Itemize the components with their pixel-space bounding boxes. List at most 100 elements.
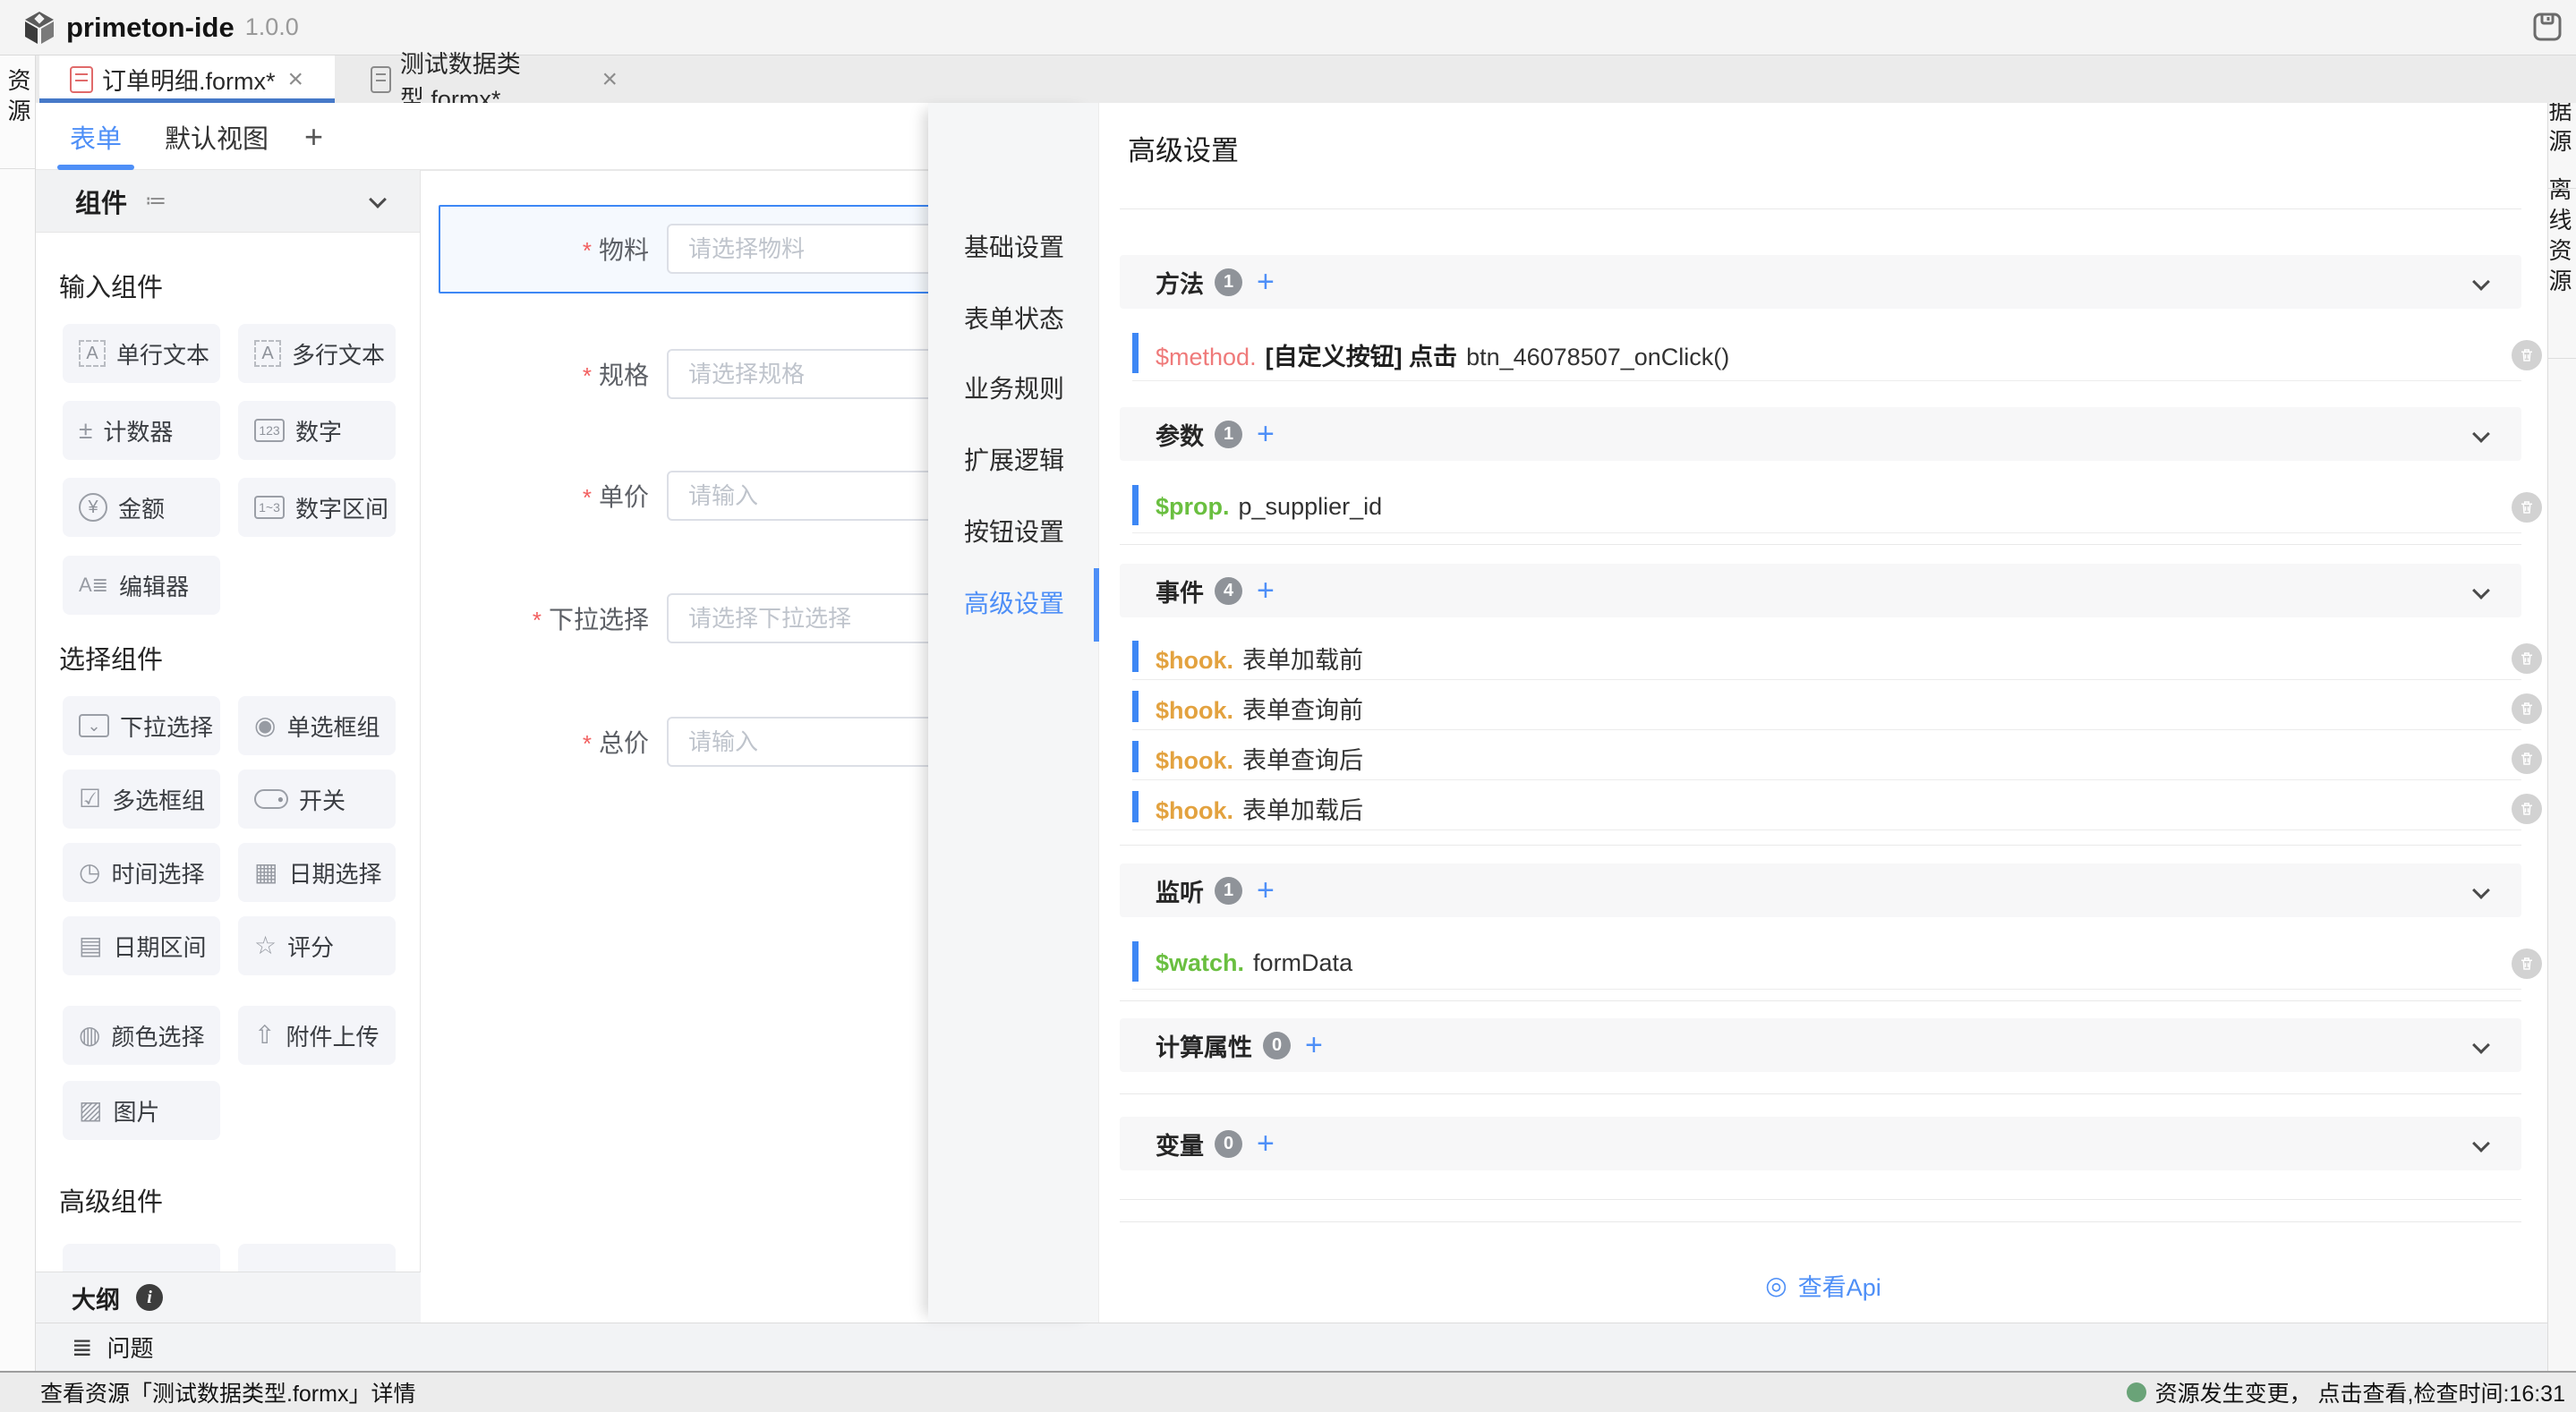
component-attachment-upload[interactable]: ⇧ 附件上传 <box>238 1006 396 1065</box>
menu-basic-settings[interactable]: 基础设置 <box>928 226 1098 266</box>
chevron-down-icon[interactable] <box>2472 1135 2490 1153</box>
component-dropdown-select[interactable]: ⌄ 下拉选择 <box>63 696 220 755</box>
offline-resources-strip-item[interactable]: 离线资源 <box>2548 177 2576 299</box>
component-single-line-text[interactable]: A 单行文本 <box>63 324 220 383</box>
date-picker-icon: ▦ <box>254 860 277 885</box>
add-icon[interactable]: + <box>1257 267 1275 297</box>
section-computed[interactable]: 计算属性 0 + <box>1120 1018 2521 1072</box>
group-title-advanced: 高级组件 <box>59 1181 163 1219</box>
component-switch[interactable]: ● 开关 <box>238 770 396 829</box>
count-badge: 0 <box>1215 1130 1242 1158</box>
hook-row[interactable]: $hook.表单加载前 <box>1132 637 2521 680</box>
chevron-down-icon[interactable] <box>2472 582 2490 600</box>
file-tabbar: 订单明细.formx* × 测试数据类型.formx* × <box>36 55 2576 103</box>
status-right[interactable]: 资源发生变更， 点击查看,检查时间:16:31 <box>2127 1376 2565 1408</box>
field-label: *单价 <box>439 478 649 514</box>
tab-default-view[interactable]: 默认视图 <box>152 103 281 170</box>
component-number[interactable]: 123 数字 <box>238 401 396 460</box>
field-label: *总价 <box>439 724 649 760</box>
chevron-down-icon[interactable] <box>2472 881 2490 899</box>
delete-icon[interactable] <box>2512 643 2542 674</box>
view-api-link[interactable]: ◎ 查看Api <box>1099 1268 2547 1303</box>
component-panel-title: 组件 <box>75 183 127 220</box>
hook-row[interactable]: $hook.表单查询后 <box>1132 737 2521 780</box>
rating-icon: ☆ <box>254 933 277 958</box>
row-accent-bar <box>1132 791 1139 822</box>
save-icon[interactable] <box>2531 11 2563 43</box>
tab-order-detail-formx[interactable]: 订单明细.formx* × <box>39 55 335 103</box>
tab-form-view[interactable]: 表单 <box>57 103 134 170</box>
delete-icon[interactable] <box>2512 794 2542 824</box>
section-events[interactable]: 事件 4 + <box>1120 564 2521 617</box>
component-color-picker[interactable]: ◍ 颜色选择 <box>63 1006 220 1065</box>
hook-row[interactable]: $hook.表单加载后 <box>1132 787 2521 830</box>
delete-icon[interactable] <box>2512 693 2542 724</box>
panel-menu-icon[interactable]: ≔ <box>145 188 166 214</box>
menu-business-rules[interactable]: 业务规则 <box>928 368 1098 407</box>
component-date-range[interactable]: ▤ 日期区间 <box>63 916 220 975</box>
divider <box>1120 1000 2521 1001</box>
component-counter[interactable]: ± 计数器 <box>63 401 220 460</box>
status-left-text[interactable]: 查看资源「测试数据类型.formx」详情 <box>40 1376 415 1408</box>
file-icon <box>70 66 93 93</box>
component-date-picker[interactable]: ▦ 日期选择 <box>238 843 396 902</box>
info-icon[interactable]: i <box>136 1284 163 1311</box>
component-multi-line-text[interactable]: A 多行文本 <box>238 324 396 383</box>
add-view-button[interactable]: + <box>304 103 323 170</box>
menu-extension-logic[interactable]: 扩展逻辑 <box>928 439 1098 479</box>
component-amount[interactable]: ¥ 金额 <box>63 478 220 537</box>
section-variables[interactable]: 变量 0 + <box>1120 1117 2521 1170</box>
menu-form-state[interactable]: 表单状态 <box>928 298 1098 337</box>
delete-icon[interactable] <box>2512 744 2542 774</box>
component-editor[interactable]: A≣ 编辑器 <box>63 556 220 615</box>
resources-strip-item[interactable]: 资源 <box>0 68 35 129</box>
chevron-down-icon[interactable] <box>369 191 387 208</box>
add-icon[interactable]: + <box>1257 875 1275 906</box>
close-icon[interactable]: × <box>288 66 304 93</box>
menu-button-settings[interactable]: 按钮设置 <box>928 511 1098 550</box>
add-icon[interactable]: + <box>1257 575 1275 606</box>
required-asterisk: * <box>583 730 592 757</box>
component-advanced-stub[interactable] <box>238 1244 396 1272</box>
chevron-down-icon[interactable] <box>2472 273 2490 291</box>
attachment-upload-icon: ⇧ <box>254 1023 275 1048</box>
view-tab-row: 表单 默认视图 + <box>36 103 928 170</box>
add-icon[interactable]: + <box>1305 1030 1323 1060</box>
count-badge: 0 <box>1263 1032 1291 1059</box>
required-asterisk: * <box>583 362 592 389</box>
divider <box>1120 1199 2521 1200</box>
close-icon[interactable]: × <box>601 66 618 93</box>
chevron-down-icon[interactable] <box>2472 1036 2490 1054</box>
component-rating[interactable]: ☆ 评分 <box>238 916 396 975</box>
component-checkbox-group[interactable]: ☑ 多选框组 <box>63 770 220 829</box>
section-params[interactable]: 参数 1 + <box>1120 407 2521 461</box>
delete-icon[interactable] <box>2512 340 2542 370</box>
row-accent-bar <box>1132 333 1139 373</box>
delete-icon[interactable] <box>2512 948 2542 979</box>
outline-bar[interactable]: 大纲 i <box>36 1272 421 1323</box>
component-image[interactable]: ▨ 图片 <box>63 1081 220 1140</box>
eye-icon: ◎ <box>1765 1271 1787 1300</box>
section-watchers[interactable]: 监听 1 + <box>1120 863 2521 917</box>
advanced-settings-panel: 高级设置 方法 1 + $method.[自定义按钮] 点击btn_460785… <box>1099 103 2547 1323</box>
component-radio-group[interactable]: ◉ 单选框组 <box>238 696 396 755</box>
param-row[interactable]: $prop.p_supplier_id <box>1132 481 2521 533</box>
single-line-text-icon: A <box>79 340 106 367</box>
row-accent-bar <box>1132 485 1139 525</box>
chevron-down-icon[interactable] <box>2472 425 2490 443</box>
tab-test-datatypes-formx[interactable]: 测试数据类型.formx* × <box>349 55 618 103</box>
hook-row[interactable]: $hook.表单查询前 <box>1132 687 2521 730</box>
delete-icon[interactable] <box>2512 492 2542 523</box>
menu-advanced-settings[interactable]: 高级设置 <box>928 583 1098 622</box>
component-number-range[interactable]: 1~3 数字区间 <box>238 478 396 537</box>
add-icon[interactable]: + <box>1257 1128 1275 1159</box>
section-methods[interactable]: 方法 1 + <box>1120 255 2521 309</box>
component-advanced-stub[interactable] <box>63 1244 220 1272</box>
component-panel-header[interactable]: 组件 ≔ <box>36 170 420 233</box>
watch-row[interactable]: $watch.formData <box>1132 938 2521 990</box>
add-icon[interactable]: + <box>1257 419 1275 449</box>
problems-bar[interactable]: ≣ 问题 <box>36 1323 2547 1371</box>
view-tab-label: 表单 <box>70 118 122 156</box>
method-row[interactable]: $method.[自定义按钮] 点击btn_46078507_onClick() <box>1132 329 2521 381</box>
component-time-picker[interactable]: ◷ 时间选择 <box>63 843 220 902</box>
